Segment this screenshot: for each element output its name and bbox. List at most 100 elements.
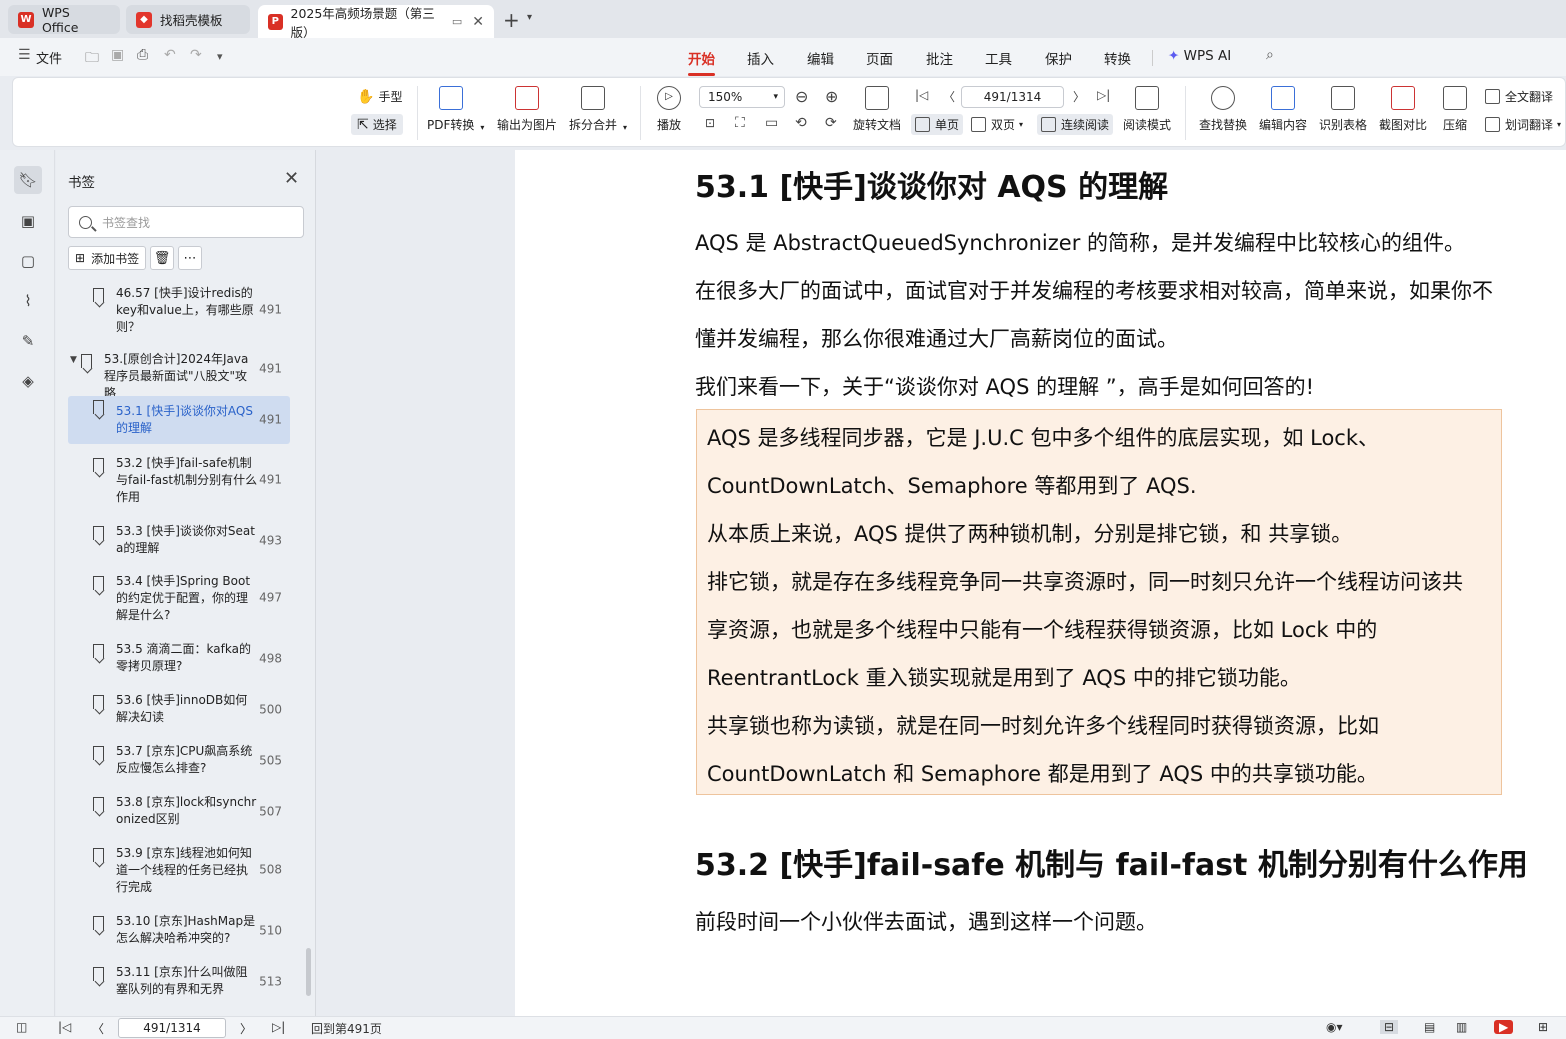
redo-icon[interactable]: ↷ — [190, 47, 202, 63]
double-view-icon[interactable]: ▥ — [1456, 1020, 1467, 1034]
single-page-button[interactable]: 单页 — [911, 114, 964, 135]
word-translate-button[interactable]: 划词翻译 ▾ — [1485, 116, 1561, 133]
save-icon[interactable]: ▣ — [111, 47, 124, 63]
print-icon[interactable]: ⎙ — [137, 47, 148, 63]
single-view-icon[interactable]: ▤ — [1424, 1020, 1435, 1034]
layers-icon[interactable]: ◈ — [14, 367, 42, 395]
expand-arrow-icon[interactable]: ▼ — [70, 352, 77, 369]
hamburger-icon[interactable]: ☰ — [18, 47, 31, 63]
search-icon[interactable]: ⌕ — [1266, 47, 1274, 63]
status-page-input[interactable]: 491/1314 — [118, 1018, 226, 1038]
undo-icon[interactable]: ↶ — [164, 47, 176, 63]
menu-edit[interactable]: 编辑 — [807, 48, 834, 68]
hand-tool-button[interactable]: ✋ 手型 — [357, 88, 402, 105]
menu-protect[interactable]: 保护 — [1045, 48, 1072, 68]
signature-icon[interactable]: ✎ — [14, 327, 42, 355]
fullscreen-icon[interactable]: ⊞ — [1538, 1020, 1548, 1034]
close-icon[interactable]: ✕ — [284, 168, 299, 189]
double-page-button[interactable]: 双页 ▾ — [971, 116, 1023, 133]
bookmark-item[interactable]: 53.8 [京东]lock和synchronized区别 507 — [68, 793, 290, 831]
zoom-in-icon[interactable]: ⊕ — [825, 87, 838, 106]
play-icon[interactable]: ▶ — [1494, 1020, 1514, 1034]
bookmark-search-input[interactable]: 书签查找 — [68, 206, 304, 238]
menu-start[interactable]: 开始 — [688, 48, 715, 76]
screen-icon[interactable]: ▭ — [452, 15, 462, 28]
pdf-convert-button[interactable]: PDF转换 ▾ — [427, 86, 484, 133]
bookmark-item[interactable]: 53.3 [快手]谈谈你对Seata的理解 493 — [68, 522, 290, 560]
bookmark-item[interactable]: 53.5 滴滴二面：kafka的零拷贝原理? 498 — [68, 640, 290, 678]
bookmark-item[interactable]: 46.57 [快手]设计redis的key和value上，有哪些原则？ 491 — [68, 284, 290, 336]
bookmark-item[interactable]: 53.10 [京东]HashMap是怎么解决哈希冲突的? 510 — [68, 912, 290, 950]
play-button[interactable]: ▷ 播放 — [657, 86, 681, 133]
bookmark-item-selected[interactable]: 53.1 [快手]谈谈你对AQS的理解 491 — [68, 396, 290, 444]
find-replace-label: 查找替换 — [1199, 118, 1248, 132]
rotate-left-icon[interactable]: ⟲ — [795, 115, 807, 131]
bookmark-item[interactable]: 53.2 [快手]fail-safe机制与fail-fast机制分别有什么作用 4… — [68, 454, 290, 506]
select-label: 选择 — [372, 118, 397, 132]
full-translate-button[interactable]: 全文翻译 — [1485, 88, 1553, 105]
read-mode-button[interactable]: 阅读模式 — [1123, 86, 1171, 133]
find-replace-button[interactable]: 查找替换 — [1199, 86, 1247, 133]
page-input[interactable]: 491/1314 — [961, 86, 1064, 108]
continuous-view-icon[interactable]: ⊟ — [1380, 1020, 1399, 1034]
next-page-icon[interactable]: 〉 — [240, 1020, 252, 1037]
bookmark-icon — [93, 746, 104, 760]
bookmark-item[interactable]: 53.4 [快手]Spring Boot的约定优于配置，你的理解是什么? 497 — [68, 572, 290, 624]
tab-wps-office[interactable]: W WPS Office — [8, 5, 120, 35]
bookmark-item[interactable]: 53.6 [快手]innoDB如何解决幻读 500 — [68, 691, 290, 729]
rotate-document-button[interactable]: 旋转文档 — [853, 86, 901, 133]
menu-page[interactable]: 页面 — [866, 48, 893, 68]
first-page-icon[interactable]: |◁ — [58, 1020, 71, 1034]
bookmark-page: 508 — [259, 862, 282, 877]
menu-convert[interactable]: 转换 — [1104, 48, 1131, 68]
more-chevron-icon[interactable]: ▾ — [217, 50, 223, 63]
divider — [640, 86, 641, 140]
chevron-down-icon[interactable]: ▾ — [527, 12, 532, 23]
open-folder-icon[interactable]: 🗀 — [85, 47, 99, 71]
scrollbar-thumb[interactable] — [306, 948, 311, 996]
comment-icon[interactable]: ▢ — [14, 247, 42, 275]
select-tool-button[interactable]: ⇱ 选择 — [351, 114, 403, 135]
close-icon[interactable]: ✕ — [472, 14, 484, 30]
last-page-icon[interactable]: ▷| — [272, 1020, 285, 1034]
rotate-right-icon[interactable]: ⟳ — [825, 115, 837, 131]
split-merge-button[interactable]: 拆分合并 ▾ — [569, 86, 627, 133]
fit-width-icon[interactable]: ▭ — [765, 115, 778, 131]
menu-insert[interactable]: 插入 — [747, 48, 774, 68]
fit-page-icon[interactable]: ⛶ — [735, 115, 745, 131]
delete-bookmark-button[interactable]: 🗑︎ — [150, 246, 174, 270]
continuous-read-button[interactable]: 连续阅读 — [1037, 114, 1114, 135]
first-page-icon[interactable]: |◁ — [915, 88, 928, 102]
bookmark-item[interactable]: 53.7 [京东]CPU飙高系统反应慢怎么排查? 505 — [68, 742, 290, 780]
bookmark-item[interactable]: 53.11 [京东]什么叫做阻塞队列的有界和无界 513 — [68, 963, 290, 1001]
prev-page-icon[interactable]: 〈 — [92, 1020, 104, 1037]
menu-file[interactable]: 文件 — [36, 48, 62, 67]
eye-icon[interactable]: ◉▾ — [1326, 1020, 1343, 1034]
more-options-button[interactable]: ⋯ — [178, 246, 202, 270]
tab-docer[interactable]: ◆ 找稻壳模板 — [126, 5, 250, 34]
add-tab-icon[interactable]: + — [503, 8, 520, 32]
menu-tools[interactable]: 工具 — [985, 48, 1012, 68]
export-image-button[interactable]: 输出为图片 — [497, 86, 557, 133]
bookmark-item[interactable]: ▼ 53.[原创合计]2024年Java程序员最新面试"八股文"攻略 491 — [68, 350, 290, 400]
menu-wps-ai[interactable]: ✦ WPS AI — [1168, 48, 1231, 64]
prev-page-icon[interactable]: 〈 — [943, 88, 955, 105]
zoom-select[interactable]: 150% ▾ — [699, 86, 785, 108]
bookmark-panel-icon[interactable]: 🔖︎ — [14, 166, 42, 194]
add-bookmark-button[interactable]: ⊞ 添加书签 — [68, 246, 147, 270]
menu-annotate[interactable]: 批注 — [926, 48, 953, 68]
thumbnail-icon[interactable]: ▣ — [14, 207, 42, 235]
toggle-sidebar-icon[interactable]: ◫ — [16, 1020, 27, 1034]
actual-size-icon[interactable]: ⊡ — [705, 116, 715, 130]
recognize-table-button[interactable]: 识别表格 — [1319, 86, 1367, 133]
bookmark-item[interactable]: 53.9 [京东]线程池如何知道一个线程的任务已经执行完成 508 — [68, 844, 290, 896]
last-page-icon[interactable]: ▷| — [1097, 88, 1110, 102]
compress-button[interactable]: 压缩 — [1443, 86, 1467, 133]
zoom-out-icon[interactable]: ⊖ — [795, 87, 808, 106]
next-page-icon[interactable]: 〉 — [1073, 88, 1085, 105]
screenshot-compare-button[interactable]: 截图对比 — [1379, 86, 1427, 133]
edit-content-button[interactable]: 编辑内容 — [1259, 86, 1307, 133]
goto-page-link[interactable]: 回到第491页 — [311, 1020, 382, 1037]
attachment-icon[interactable]: ⌇ — [14, 287, 42, 315]
tab-document[interactable]: P 2025年高频场景题（第三版） ▭ ✕ — [258, 5, 494, 40]
